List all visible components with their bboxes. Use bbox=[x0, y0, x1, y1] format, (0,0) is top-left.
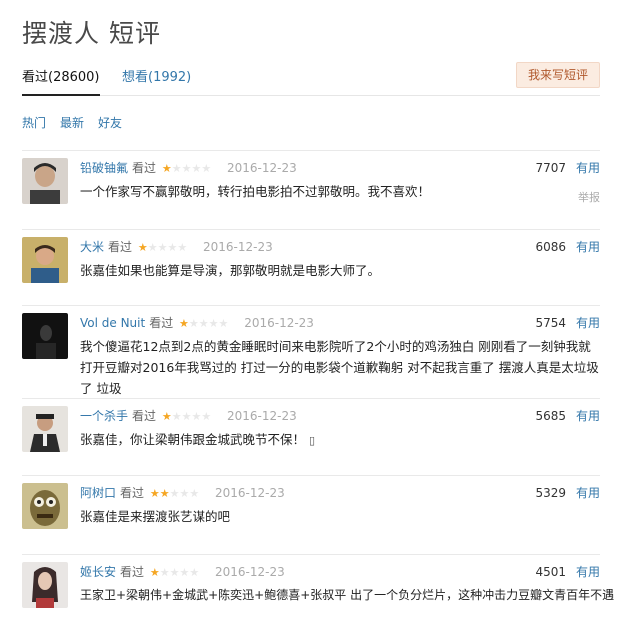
review-action: 看过 bbox=[108, 240, 133, 254]
vote-area: 4501 有用 bbox=[535, 563, 600, 580]
review-meta: 大米 看过 ★★★★★ 2016-12-23 bbox=[80, 238, 273, 255]
review-item: Vol de Nuit 看过 ★★★★★ 2016-12-23 5754 有用 我个… bbox=[22, 305, 600, 397]
review-content: 张嘉佳如果也能算是导演，那郭敬明就是电影大师了。 bbox=[80, 263, 381, 278]
review-meta: Vol de Nuit 看过 ★★★★★ 2016-12-23 bbox=[80, 314, 314, 331]
useful-button[interactable]: 有用 bbox=[576, 565, 600, 579]
avatar[interactable] bbox=[22, 406, 68, 452]
review-action: 看过 bbox=[132, 409, 157, 423]
avatar[interactable] bbox=[22, 562, 68, 608]
review-content: 一个作家写不赢郭敬明，转行拍电影拍不过郭敬明。我不喜欢！ bbox=[80, 184, 431, 199]
tabs-row: 看过(28600) 想看(1992) 我来写短评 bbox=[22, 62, 600, 96]
write-review-button[interactable]: 我来写短评 bbox=[516, 62, 600, 88]
rating-stars: ★★★★★ bbox=[149, 566, 200, 579]
review-date: 2016-12-23 bbox=[215, 486, 285, 500]
avatar[interactable] bbox=[22, 158, 68, 204]
vote-area: 7707 有用 bbox=[535, 159, 600, 176]
vote-area: 5329 有用 bbox=[535, 484, 600, 501]
page-title: 摆渡人 短评 bbox=[22, 19, 161, 48]
rating-stars: ★★★★★ bbox=[149, 487, 200, 500]
review-action: 看过 bbox=[120, 486, 145, 500]
report-link[interactable]: 举报 bbox=[578, 189, 600, 205]
rating-stars: ★★★★★ bbox=[161, 410, 212, 423]
useful-button[interactable]: 有用 bbox=[576, 240, 600, 254]
rating-stars: ★★★★★ bbox=[161, 162, 212, 175]
review-item: 大米 看过 ★★★★★ 2016-12-23 6086 有用 张嘉佳如果也能算是导演… bbox=[22, 229, 600, 304]
phone-icon: ▯ bbox=[309, 434, 316, 447]
username-link[interactable]: 大米 bbox=[80, 240, 104, 254]
username-link[interactable]: 铅破铀氟 bbox=[80, 161, 128, 175]
avatar[interactable] bbox=[22, 313, 68, 359]
review-item: 阿树口 看过 ★★★★★ 2016-12-23 5329 有用 张嘉佳是来摆渡张艺谋… bbox=[22, 475, 600, 553]
useful-button[interactable]: 有用 bbox=[576, 486, 600, 500]
review-meta: 一个杀手 看过 ★★★★★ 2016-12-23 bbox=[80, 407, 297, 424]
review-content: 王家卫+梁朝伟+金城武+陈奕迅+鲍德喜+张叔平 出了一个负分烂片，这种冲击力豆瓣… bbox=[80, 588, 615, 602]
vote-count: 4501 bbox=[535, 565, 566, 579]
username-link[interactable]: Vol de Nuit bbox=[80, 316, 145, 330]
review-action: 看过 bbox=[120, 565, 145, 579]
review-date: 2016-12-23 bbox=[227, 161, 297, 175]
avatar[interactable] bbox=[22, 483, 68, 529]
review-action: 看过 bbox=[132, 161, 157, 175]
review-date: 2016-12-23 bbox=[215, 565, 285, 579]
review-item: 铅破铀氟 看过 ★★★★★ 2016-12-23 7707 有用 一个作家写不赢郭敬… bbox=[22, 150, 600, 229]
vote-count: 6086 bbox=[535, 240, 566, 254]
rating-stars: ★★★★★ bbox=[179, 317, 229, 330]
sort-newest[interactable]: 最新 bbox=[60, 116, 84, 130]
review-item: 一个杀手 看过 ★★★★★ 2016-12-23 5685 有用 张嘉佳，你让梁朝伟… bbox=[22, 398, 600, 474]
tab-want[interactable]: 想看(1992) bbox=[122, 66, 191, 85]
review-content: 张嘉佳是来摆渡张艺谋的吧 bbox=[80, 509, 231, 524]
review-meta: 姬长安 看过 ★★★★★ 2016-12-23 bbox=[80, 563, 285, 580]
avatar[interactable] bbox=[22, 237, 68, 283]
useful-button[interactable]: 有用 bbox=[576, 409, 600, 423]
vote-area: 6086 有用 bbox=[535, 238, 600, 255]
sort-options: 热门 最新 好友 bbox=[22, 114, 136, 131]
review-content: 我个傻逼花12点到2点的黄金睡眠时间来电影院听了2个小时的鸡汤独白 刚刚看了一刻… bbox=[80, 339, 599, 396]
review-content: 张嘉佳，你让梁朝伟跟金城武晚节不保！ ▯ bbox=[80, 432, 316, 447]
vote-count: 5754 bbox=[535, 316, 566, 330]
tab-watched[interactable]: 看过(28600) bbox=[22, 66, 100, 96]
username-link[interactable]: 姬长安 bbox=[80, 565, 116, 579]
username-link[interactable]: 一个杀手 bbox=[80, 409, 128, 423]
review-action: 看过 bbox=[149, 316, 174, 330]
review-date: 2016-12-23 bbox=[203, 240, 273, 254]
username-link[interactable]: 阿树口 bbox=[80, 486, 116, 500]
review-date: 2016-12-23 bbox=[244, 316, 314, 330]
review-date: 2016-12-23 bbox=[227, 409, 297, 423]
rating-stars: ★★★★★ bbox=[137, 241, 188, 254]
vote-area: 5685 有用 bbox=[535, 407, 600, 424]
sort-hot[interactable]: 热门 bbox=[22, 116, 46, 130]
vote-area: 5754 有用 bbox=[535, 314, 600, 331]
review-meta: 阿树口 看过 ★★★★★ 2016-12-23 bbox=[80, 484, 285, 501]
vote-count: 7707 bbox=[535, 161, 566, 175]
review-item: 姬长安 看过 ★★★★★ 2016-12-23 4501 有用 王家卫+梁朝伟+金城… bbox=[22, 554, 615, 628]
vote-count: 5685 bbox=[535, 409, 566, 423]
sort-friends[interactable]: 好友 bbox=[98, 116, 122, 130]
review-meta: 铅破铀氟 看过 ★★★★★ 2016-12-23 bbox=[80, 159, 297, 176]
useful-button[interactable]: 有用 bbox=[576, 316, 600, 330]
vote-count: 5329 bbox=[535, 486, 566, 500]
useful-button[interactable]: 有用 bbox=[576, 161, 600, 175]
